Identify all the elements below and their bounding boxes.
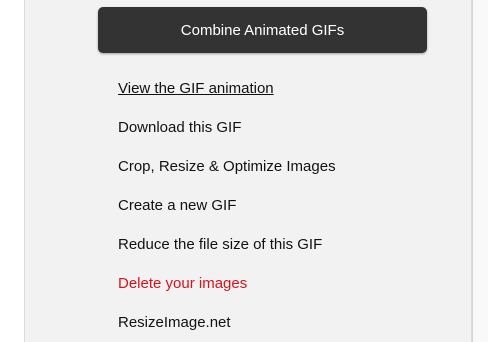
combine-animated-gifs-button[interactable]: Combine Animated GIFs	[98, 7, 427, 53]
resizeimage-net-link[interactable]: ResizeImage.net	[118, 314, 231, 332]
left-margin	[0, 0, 24, 342]
download-gif-link[interactable]: Download this GIF	[118, 119, 241, 137]
view-gif-animation-link[interactable]: View the GIF animation	[118, 80, 274, 98]
reduce-file-size-link[interactable]: Reduce the file size of this GIF	[118, 236, 322, 254]
delete-images-link[interactable]: Delete your images	[118, 275, 247, 293]
right-scroll-edge	[472, 0, 488, 342]
combine-button-label: Combine Animated GIFs	[180, 21, 345, 39]
create-new-gif-link[interactable]: Create a new GIF	[118, 197, 236, 215]
crop-resize-optimize-link[interactable]: Crop, Resize & Optimize Images	[118, 158, 336, 176]
